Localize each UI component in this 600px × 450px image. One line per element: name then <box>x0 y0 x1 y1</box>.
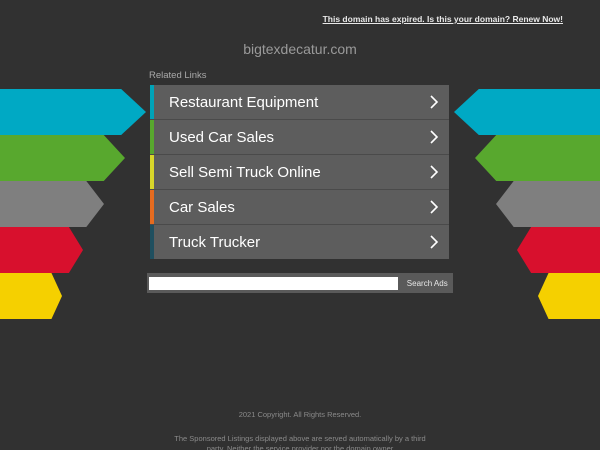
related-link-restaurant-equipment[interactable]: Restaurant Equipment <box>150 85 449 120</box>
domain-title: bigtexdecatur.com <box>243 41 357 57</box>
related-link-label: Restaurant Equipment <box>169 93 319 111</box>
link-color-strip <box>150 225 154 259</box>
related-link-used-car-sales[interactable]: Used Car Sales <box>150 120 449 155</box>
decorative-arrow-right-4 <box>517 227 600 273</box>
search-input[interactable] <box>149 276 398 290</box>
link-color-strip <box>150 155 154 189</box>
related-links-heading: Related Links <box>149 70 207 81</box>
chevron-right-icon <box>430 200 439 214</box>
related-link-truck-trucker[interactable]: Truck Trucker <box>150 225 449 259</box>
related-links-list: Restaurant Equipment Used Car Sales Sell… <box>150 85 449 259</box>
decorative-arrow-left-1 <box>0 89 146 135</box>
decorative-arrow-left-5 <box>0 273 62 319</box>
decorative-arrow-right-5 <box>538 273 600 319</box>
related-link-label: Truck Trucker <box>169 233 261 251</box>
related-link-label: Car Sales <box>169 198 235 216</box>
chevron-right-icon <box>430 130 439 144</box>
related-link-label: Used Car Sales <box>169 128 275 146</box>
related-link-label: Sell Semi Truck Online <box>169 163 321 181</box>
related-link-car-sales[interactable]: Car Sales <box>150 190 449 225</box>
decorative-arrow-right-1 <box>454 89 600 135</box>
decorative-arrow-right-2 <box>475 135 600 181</box>
decorative-arrow-left-2 <box>0 135 125 181</box>
chevron-right-icon <box>430 235 439 249</box>
link-color-strip <box>150 120 154 154</box>
decorative-arrow-left-3 <box>0 181 104 227</box>
related-link-sell-semi-truck-online[interactable]: Sell Semi Truck Online <box>150 155 449 190</box>
chevron-right-icon <box>430 165 439 179</box>
copyright-text: 2021 Copyright. All Rights Reserved. <box>238 410 362 419</box>
search-bar: Search Ads <box>147 273 453 293</box>
link-color-strip <box>150 190 154 224</box>
renew-domain-link[interactable]: This domain has expired. Is this your do… <box>323 14 563 24</box>
parked-domain-page: This domain has expired. Is this your do… <box>0 0 600 450</box>
search-ads-button[interactable]: Search Ads <box>401 275 453 291</box>
decorative-arrow-right-3 <box>496 181 600 227</box>
link-color-strip <box>150 85 154 119</box>
sponsored-disclaimer: The Sponsored Listings displayed above a… <box>174 434 426 450</box>
chevron-right-icon <box>430 95 439 109</box>
decorative-arrow-left-4 <box>0 227 83 273</box>
